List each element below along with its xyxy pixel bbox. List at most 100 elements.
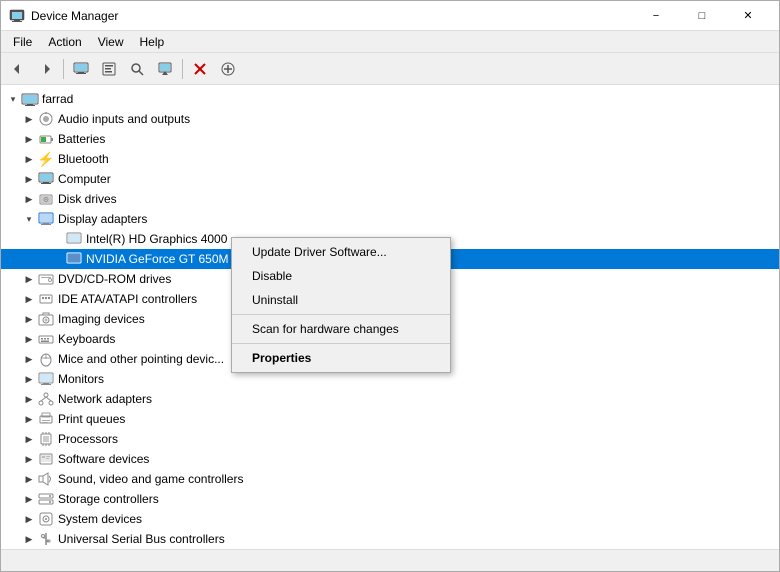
disk-label: Disk drives: [58, 192, 117, 206]
toolbar-separator-2: [182, 59, 183, 79]
computer-icon-btn[interactable]: [68, 57, 94, 81]
intel-icon: [65, 231, 83, 247]
menu-view[interactable]: View: [90, 33, 132, 51]
disk-expand[interactable]: ▶: [21, 191, 37, 207]
mice-label: Mice and other pointing devic...: [58, 352, 224, 366]
bluetooth-expand[interactable]: ▶: [21, 151, 37, 167]
dvd-label: DVD/CD-ROM drives: [58, 272, 171, 286]
network-expand[interactable]: ▶: [21, 391, 37, 407]
dvd-expand[interactable]: ▶: [21, 271, 37, 287]
ctx-update-driver[interactable]: Update Driver Software...: [232, 240, 450, 264]
tree-item-software[interactable]: ▶ Software devices: [1, 449, 779, 469]
forward-button[interactable]: [33, 57, 59, 81]
menu-bar: File Action View Help: [1, 31, 779, 53]
software-expand[interactable]: ▶: [21, 451, 37, 467]
batteries-icon: [37, 131, 55, 147]
storage-label: Storage controllers: [58, 492, 159, 506]
tree-root[interactable]: ▾ farrad: [1, 89, 779, 109]
processors-expand[interactable]: ▶: [21, 431, 37, 447]
print-icon: [37, 411, 55, 427]
window-title: Device Manager: [31, 9, 118, 23]
audio-expand[interactable]: ▶: [21, 111, 37, 127]
display-expand[interactable]: ▾: [21, 211, 37, 227]
sound-expand[interactable]: ▶: [21, 471, 37, 487]
scan-hardware-btn[interactable]: [124, 57, 150, 81]
disk-icon: [37, 191, 55, 207]
batteries-label: Batteries: [58, 132, 105, 146]
tree-item-bluetooth[interactable]: ▶ ⚡ Bluetooth: [1, 149, 779, 169]
usb-expand[interactable]: ▶: [21, 531, 37, 547]
menu-action[interactable]: Action: [40, 33, 89, 51]
root-icon: [21, 91, 39, 107]
audio-label: Audio inputs and outputs: [58, 112, 190, 126]
root-expand[interactable]: ▾: [5, 91, 21, 107]
ctx-separator-1: [232, 314, 450, 315]
monitors-expand[interactable]: ▶: [21, 371, 37, 387]
bluetooth-icon: ⚡: [37, 151, 55, 167]
tree-item-batteries[interactable]: ▶ Batteries: [1, 129, 779, 149]
tree-item-disk[interactable]: ▶ Disk drives: [1, 189, 779, 209]
add-legacy-btn[interactable]: [215, 57, 241, 81]
tree-item-print[interactable]: ▶ Print queues: [1, 409, 779, 429]
tree-item-usb[interactable]: ▶ Universal Serial Bus controllers: [1, 529, 779, 549]
menu-file[interactable]: File: [5, 33, 40, 51]
menu-help[interactable]: Help: [132, 33, 173, 51]
intel-label: Intel(R) HD Graphics 4000: [86, 232, 227, 246]
computer-label: Computer: [58, 172, 111, 186]
storage-expand[interactable]: ▶: [21, 491, 37, 507]
update-driver-btn[interactable]: [152, 57, 178, 81]
mice-expand[interactable]: ▶: [21, 351, 37, 367]
ctx-separator-2: [232, 343, 450, 344]
nvidia-placeholder: [49, 251, 65, 267]
system-expand[interactable]: ▶: [21, 511, 37, 527]
imaging-icon: [37, 311, 55, 327]
computer-expand[interactable]: ▶: [21, 171, 37, 187]
ctx-properties[interactable]: Properties: [232, 346, 450, 370]
ide-expand[interactable]: ▶: [21, 291, 37, 307]
ide-label: IDE ATA/ATAPI controllers: [58, 292, 197, 306]
context-menu: Update Driver Software... Disable Uninst…: [231, 237, 451, 373]
tree-item-storage[interactable]: ▶ Storage controllers: [1, 489, 779, 509]
ctx-disable[interactable]: Disable: [232, 264, 450, 288]
mice-icon: [37, 351, 55, 367]
imaging-label: Imaging devices: [58, 312, 145, 326]
processors-icon: [37, 431, 55, 447]
monitors-icon: [37, 371, 55, 387]
audio-icon: [37, 111, 55, 127]
nvidia-label: NVIDIA GeForce GT 650M: [86, 252, 229, 266]
keyboards-expand[interactable]: ▶: [21, 331, 37, 347]
app-icon: [9, 8, 25, 24]
intel-placeholder: [49, 231, 65, 247]
ctx-scan[interactable]: Scan for hardware changes: [232, 317, 450, 341]
tree-item-processors[interactable]: ▶ Processors: [1, 429, 779, 449]
imaging-expand[interactable]: ▶: [21, 311, 37, 327]
ide-icon: [37, 291, 55, 307]
usb-icon: [37, 531, 55, 547]
window-controls: − □ ✕: [633, 1, 771, 31]
batteries-expand[interactable]: ▶: [21, 131, 37, 147]
network-label: Network adapters: [58, 392, 152, 406]
tree-item-display[interactable]: ▾ Display adapters: [1, 209, 779, 229]
maximize-button[interactable]: □: [679, 1, 725, 31]
tree-item-computer[interactable]: ▶ Computer: [1, 169, 779, 189]
tree-item-sound[interactable]: ▶ Sound, video and game controllers: [1, 469, 779, 489]
title-bar: Device Manager − □ ✕: [1, 1, 779, 31]
print-expand[interactable]: ▶: [21, 411, 37, 427]
tree-item-system[interactable]: ▶ System devices: [1, 509, 779, 529]
system-icon: [37, 511, 55, 527]
tree-item-audio[interactable]: ▶ Audio inputs and outputs: [1, 109, 779, 129]
minimize-button[interactable]: −: [633, 1, 679, 31]
close-button[interactable]: ✕: [725, 1, 771, 31]
sound-icon: [37, 471, 55, 487]
storage-icon: [37, 491, 55, 507]
sound-label: Sound, video and game controllers: [58, 472, 243, 486]
usb-label: Universal Serial Bus controllers: [58, 532, 225, 546]
system-label: System devices: [58, 512, 142, 526]
ctx-uninstall[interactable]: Uninstall: [232, 288, 450, 312]
back-button[interactable]: [5, 57, 31, 81]
device-manager-window: Device Manager − □ ✕ File Action View He…: [0, 0, 780, 572]
properties-btn[interactable]: [96, 57, 122, 81]
tree-item-network[interactable]: ▶ Network adapters: [1, 389, 779, 409]
print-label: Print queues: [58, 412, 125, 426]
uninstall-btn[interactable]: [187, 57, 213, 81]
